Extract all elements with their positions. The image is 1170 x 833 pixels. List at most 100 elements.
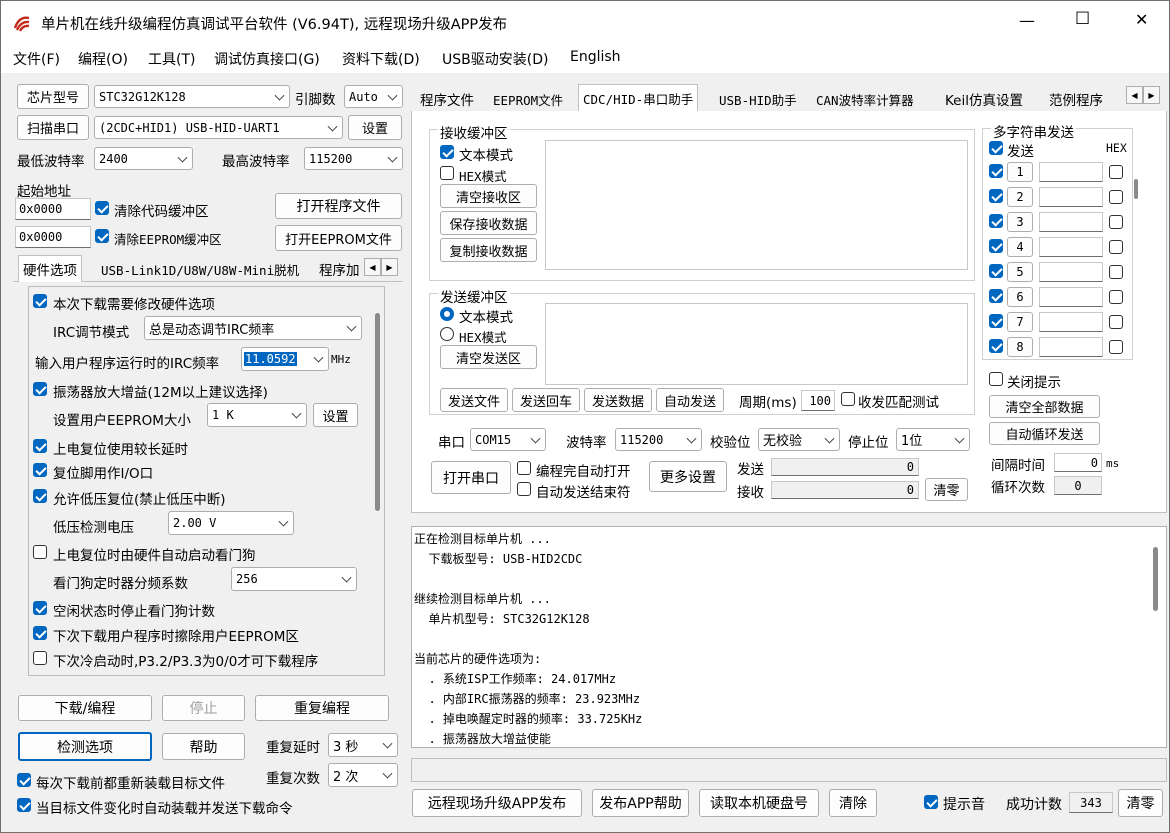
menu-file[interactable]: 文件(F) (13, 49, 60, 69)
auto-open-checkbox[interactable] (517, 461, 531, 475)
reprogram-button[interactable]: 重复编程 (255, 695, 389, 721)
multi-row-hex-checkbox[interactable] (1109, 315, 1123, 329)
clear-send-button[interactable]: 清空发送区 (440, 345, 537, 369)
send-cr-button[interactable]: 发送回车 (512, 388, 580, 412)
chip-type-button[interactable]: 芯片型号 (17, 84, 89, 109)
auto-send-button[interactable]: 自动发送 (656, 388, 724, 412)
multi-row-input[interactable] (1039, 287, 1103, 307)
download-button[interactable]: 下载/编程 (18, 695, 152, 721)
multi-row-send-button[interactable]: 5 (1007, 262, 1033, 282)
stop-button[interactable]: 停止 (162, 695, 245, 721)
tab-examples[interactable]: 范例程序 (1045, 87, 1107, 111)
chevron-left-icon[interactable]: ◀ (1126, 86, 1143, 104)
low-volt-reset-checkbox[interactable] (33, 489, 47, 503)
multi-row-hex-checkbox[interactable] (1109, 240, 1123, 254)
tab-scroller[interactable]: ◀ ▶ (364, 258, 398, 276)
tab-usb-link[interactable]: USB-Link1D/U8W/U8W-Mini脱机 (97, 257, 303, 281)
more-settings-button[interactable]: 更多设置 (649, 461, 727, 492)
clear-code-checkbox[interactable] (95, 201, 109, 215)
multi-row-input[interactable] (1039, 237, 1103, 257)
multi-row-input[interactable] (1039, 337, 1103, 357)
clear-all-button[interactable]: 清空全部数据 (989, 395, 1100, 418)
send-data-button[interactable]: 发送数据 (584, 388, 652, 412)
check-options-button[interactable]: 检测选项 (18, 732, 152, 761)
eeprom-size-select[interactable]: 1 K (207, 403, 307, 427)
clear-recv-button[interactable]: 清空接收区 (440, 184, 537, 208)
publish-help-button[interactable]: 发布APP帮助 (592, 789, 689, 817)
options-scrollbar[interactable] (375, 313, 380, 511)
repeat-count-select[interactable]: 2 次 (328, 763, 398, 787)
tab-program-encrypt[interactable]: 程序加 (315, 257, 365, 281)
close-tip-checkbox[interactable] (989, 372, 1003, 386)
auto-end-checkbox[interactable] (517, 482, 531, 496)
multi-send-all-checkbox[interactable] (989, 141, 1003, 155)
send-text-mode-radio[interactable] (440, 307, 454, 321)
chevron-left-icon[interactable]: ◀ (364, 258, 381, 276)
title-bar[interactable]: 单片机在线升级编程仿真调试平台软件 (V6.94T), 远程现场升级APP发布 … (1, 1, 1169, 43)
cold-start-checkbox[interactable] (33, 651, 47, 665)
close-button[interactable]: ✕ (1135, 10, 1148, 29)
multi-row-send-button[interactable]: 2 (1007, 187, 1033, 207)
chip-type-select[interactable]: STC32G12K128 (94, 85, 290, 108)
publish-app-button[interactable]: 远程现场升级APP发布 (412, 789, 582, 817)
multi-row-input[interactable] (1039, 212, 1103, 232)
scan-port-button[interactable]: 扫描串口 (17, 115, 89, 140)
multi-row-hex-checkbox[interactable] (1109, 165, 1123, 179)
multi-row-checkbox[interactable] (989, 214, 1003, 228)
recv-text-mode-checkbox[interactable] (440, 145, 454, 159)
pin-select[interactable]: Auto (344, 85, 403, 108)
send-hex-mode-radio[interactable] (440, 327, 454, 341)
multi-row-hex-checkbox[interactable] (1109, 265, 1123, 279)
multi-row-checkbox[interactable] (989, 164, 1003, 178)
reset-io-checkbox[interactable] (33, 463, 47, 477)
menu-download[interactable]: 资料下载(D) (342, 49, 420, 69)
tab-cdc-hid-serial[interactable]: CDC/HID-串口助手 (578, 84, 699, 111)
auto-reload-checkbox[interactable] (17, 798, 31, 812)
multi-row-send-button[interactable]: 1 (1007, 162, 1033, 182)
eeprom-addr-input[interactable]: 0x0000 (15, 226, 91, 248)
menu-english[interactable]: English (570, 49, 621, 65)
serial-port-select[interactable]: COM15 (470, 428, 546, 451)
beep-checkbox[interactable] (924, 795, 938, 809)
stop-bits-select[interactable]: 1位 (896, 428, 970, 451)
modify-hw-checkbox[interactable] (33, 294, 47, 308)
erase-eeprom-checkbox[interactable] (33, 626, 47, 640)
eeprom-size-button[interactable]: 设置 (313, 403, 358, 427)
clear-log-button[interactable]: 清除 (829, 789, 877, 817)
tab-can-baud[interactable]: CAN波特率计算器 (812, 87, 918, 111)
period-input[interactable]: 100 (801, 390, 835, 411)
clear-success-button[interactable]: 清零 (1118, 789, 1163, 817)
idle-stop-wd-checkbox[interactable] (33, 601, 47, 615)
multi-row-checkbox[interactable] (989, 314, 1003, 328)
copy-recv-button[interactable]: 复制接收数据 (440, 238, 537, 262)
watchdog-auto-checkbox[interactable] (33, 545, 47, 559)
clear-eeprom-checkbox[interactable] (95, 229, 109, 243)
multi-row-send-button[interactable]: 3 (1007, 212, 1033, 232)
multi-row-input[interactable] (1039, 262, 1103, 282)
multi-scrollbar[interactable] (1134, 179, 1138, 199)
receive-textarea[interactable] (545, 140, 968, 270)
help-button[interactable]: 帮助 (162, 733, 245, 760)
minimize-button[interactable]: — (1019, 11, 1035, 30)
multi-row-hex-checkbox[interactable] (1109, 190, 1123, 204)
recv-hex-mode-checkbox[interactable] (440, 166, 454, 180)
osc-gain-checkbox[interactable] (33, 382, 47, 396)
multi-row-send-button[interactable]: 4 (1007, 237, 1033, 257)
send-file-button[interactable]: 发送文件 (440, 388, 508, 412)
menu-debug[interactable]: 调试仿真接口(G) (214, 49, 320, 69)
irc-mode-select[interactable]: 总是动态调节IRC频率 (144, 316, 362, 340)
multi-row-send-button[interactable]: 6 (1007, 287, 1033, 307)
code-addr-input[interactable]: 0x0000 (15, 198, 91, 220)
menu-program[interactable]: 编程(O) (78, 49, 128, 69)
clear-count-button[interactable]: 清零 (925, 478, 968, 501)
multi-row-send-button[interactable]: 8 (1007, 337, 1033, 357)
tab-hardware[interactable]: 硬件选项 (18, 255, 82, 282)
multi-row-input[interactable] (1039, 162, 1103, 182)
read-disk-button[interactable]: 读取本机硬盘号 (699, 789, 819, 817)
min-baud-select[interactable]: 2400 (94, 147, 193, 170)
max-baud-select[interactable]: 115200 (304, 147, 403, 170)
low-volt-select[interactable]: 2.00 V (168, 511, 294, 535)
long-delay-checkbox[interactable] (33, 439, 47, 453)
baud-rate-select[interactable]: 115200 (615, 428, 702, 451)
multi-row-checkbox[interactable] (989, 239, 1003, 253)
